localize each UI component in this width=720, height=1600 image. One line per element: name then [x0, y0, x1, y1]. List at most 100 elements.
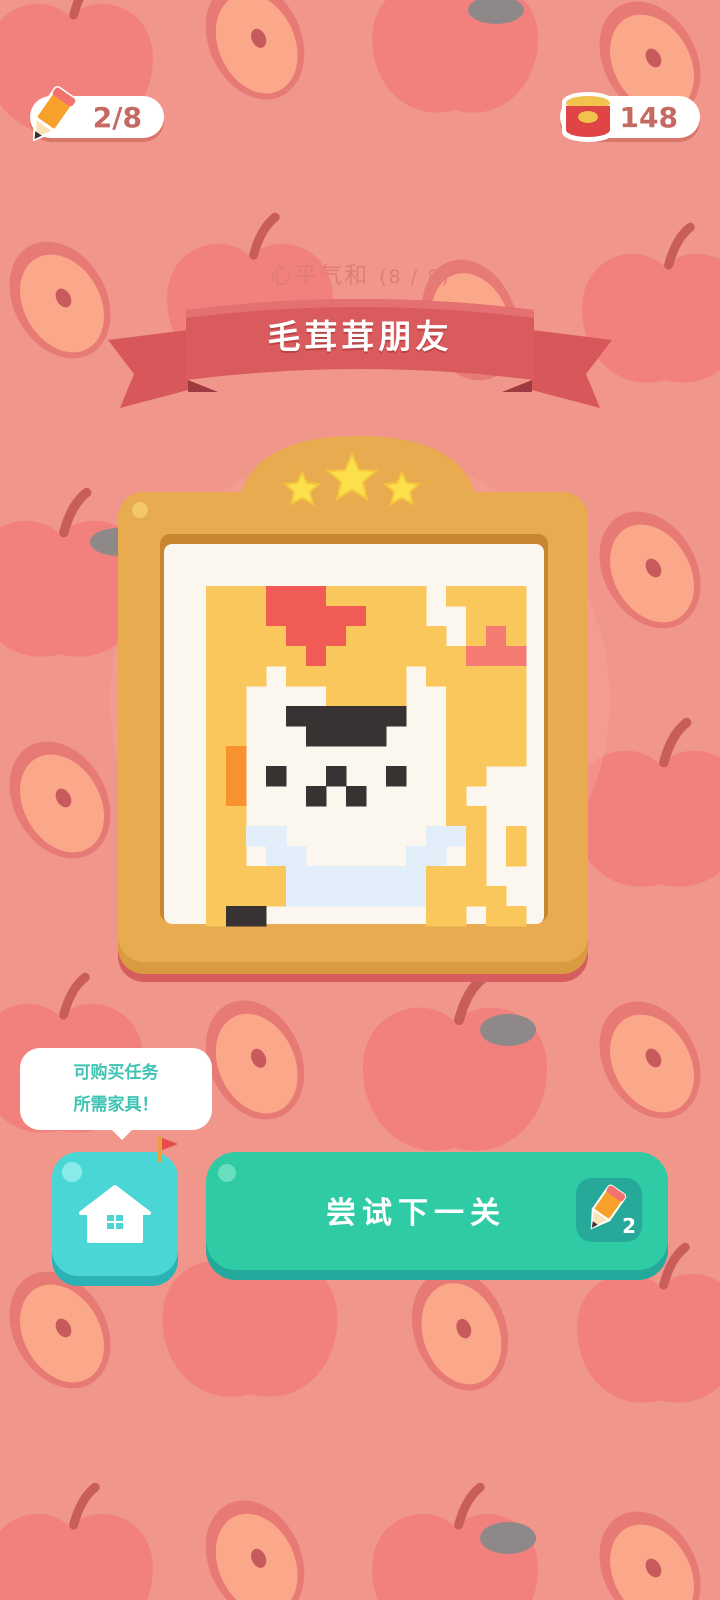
pixel-cell	[326, 626, 347, 647]
pixel-cell	[346, 866, 367, 887]
pixel-cell	[406, 646, 427, 667]
pixel-cell	[446, 766, 467, 787]
pixel-cell	[366, 626, 387, 647]
pixel-cell	[306, 586, 327, 607]
pixel-cell	[466, 846, 487, 867]
pixel-cell	[286, 626, 307, 647]
pixel-cell	[386, 646, 407, 667]
pixel-cell	[446, 686, 467, 707]
pixel-cell	[506, 626, 527, 647]
pixel-cell	[506, 826, 527, 847]
pixel-cell	[446, 746, 467, 767]
pixel-cell	[226, 666, 247, 687]
pixel-cell	[386, 886, 407, 907]
completed-picture-frame	[118, 436, 588, 982]
pixel-cell	[246, 586, 267, 607]
pixel-cell	[466, 686, 487, 707]
pixel-cell	[206, 726, 227, 747]
pixel-cell	[226, 766, 247, 787]
pixel-cell	[426, 666, 447, 687]
pixel-cell	[446, 726, 467, 747]
can-count-text: 148	[619, 100, 678, 134]
pixel-cell	[386, 586, 407, 607]
pixel-cell	[266, 626, 287, 647]
pixel-cell	[466, 746, 487, 767]
pixel-cell	[446, 806, 467, 827]
pixel-cell	[486, 746, 507, 767]
pixel-cell	[506, 586, 527, 607]
pixel-cell	[266, 826, 287, 847]
pixel-cell	[226, 626, 247, 647]
pixel-cell	[366, 586, 387, 607]
pixel-cell	[466, 726, 487, 747]
pixel-cell	[286, 846, 307, 867]
pixel-cell	[426, 866, 447, 887]
pixel-cell	[266, 846, 287, 867]
pixel-cell	[266, 866, 287, 887]
pixel-cell	[466, 646, 487, 667]
pixel-cell	[386, 666, 407, 687]
pixel-cell	[346, 606, 367, 627]
pixel-cell	[406, 626, 427, 647]
pixel-cell	[306, 666, 327, 687]
fish-can-icon	[562, 92, 614, 142]
pixel-cell	[246, 886, 267, 907]
pixel-cell	[226, 686, 247, 707]
pixel-cell	[346, 666, 367, 687]
home-button[interactable]	[52, 1152, 178, 1276]
pixel-cell	[406, 886, 427, 907]
pixel-cell	[286, 866, 307, 887]
pixel-cell	[206, 746, 227, 767]
pixel-cell	[466, 606, 487, 627]
pixel-cell	[466, 586, 487, 607]
pixel-cell	[206, 586, 227, 607]
pixel-cell	[506, 646, 527, 667]
pixel-cell	[286, 666, 307, 687]
pixel-cell	[326, 646, 347, 667]
pixel-cell	[406, 606, 427, 627]
pixel-cell	[206, 866, 227, 887]
pixel-cell	[306, 786, 327, 807]
pixel-cell	[446, 886, 467, 907]
pixel-cell	[326, 886, 347, 907]
pixel-cell	[426, 646, 447, 667]
pixel-cell	[226, 586, 247, 607]
pixel-cell	[366, 866, 387, 887]
pixel-cell	[266, 646, 287, 667]
pixel-cell	[446, 646, 467, 667]
pixel-cell	[226, 706, 247, 727]
pixel-cell	[286, 886, 307, 907]
level-progress-text: 2/8	[92, 100, 142, 134]
pixel-cell	[486, 646, 507, 667]
pixel-cell	[426, 906, 447, 927]
level-title: 毛茸茸朋友	[267, 317, 453, 356]
try-next-level-button[interactable]: 尝试下一关 2	[206, 1152, 668, 1270]
pixel-cell	[286, 646, 307, 667]
pixel-cell	[486, 726, 507, 747]
pixel-cell	[506, 606, 527, 627]
pixel-cell	[486, 606, 507, 627]
pixel-cell	[346, 626, 367, 647]
pixel-cell	[246, 646, 267, 667]
pixel-cell	[506, 686, 527, 707]
pixel-cell	[226, 726, 247, 747]
pixel-cell	[446, 906, 467, 927]
pixel-cell	[326, 726, 347, 747]
pixel-cell	[286, 606, 307, 627]
pixel-cell	[206, 666, 227, 687]
pixel-cell	[246, 826, 267, 847]
flag-icon	[158, 1136, 178, 1162]
pixel-cell	[326, 866, 347, 887]
pixel-cell	[366, 706, 387, 727]
pixel-cell	[506, 706, 527, 727]
pixel-cell	[206, 846, 227, 867]
pixel-cell	[466, 766, 487, 787]
pixel-cell	[346, 726, 367, 747]
pixel-cell	[426, 846, 447, 867]
pixel-cell	[206, 786, 227, 807]
pixel-cell	[326, 586, 347, 607]
button-shine	[62, 1162, 82, 1182]
tip-line-1: 可购买任务	[73, 1063, 159, 1083]
pixel-cell	[486, 706, 507, 727]
pixel-cell	[206, 686, 227, 707]
